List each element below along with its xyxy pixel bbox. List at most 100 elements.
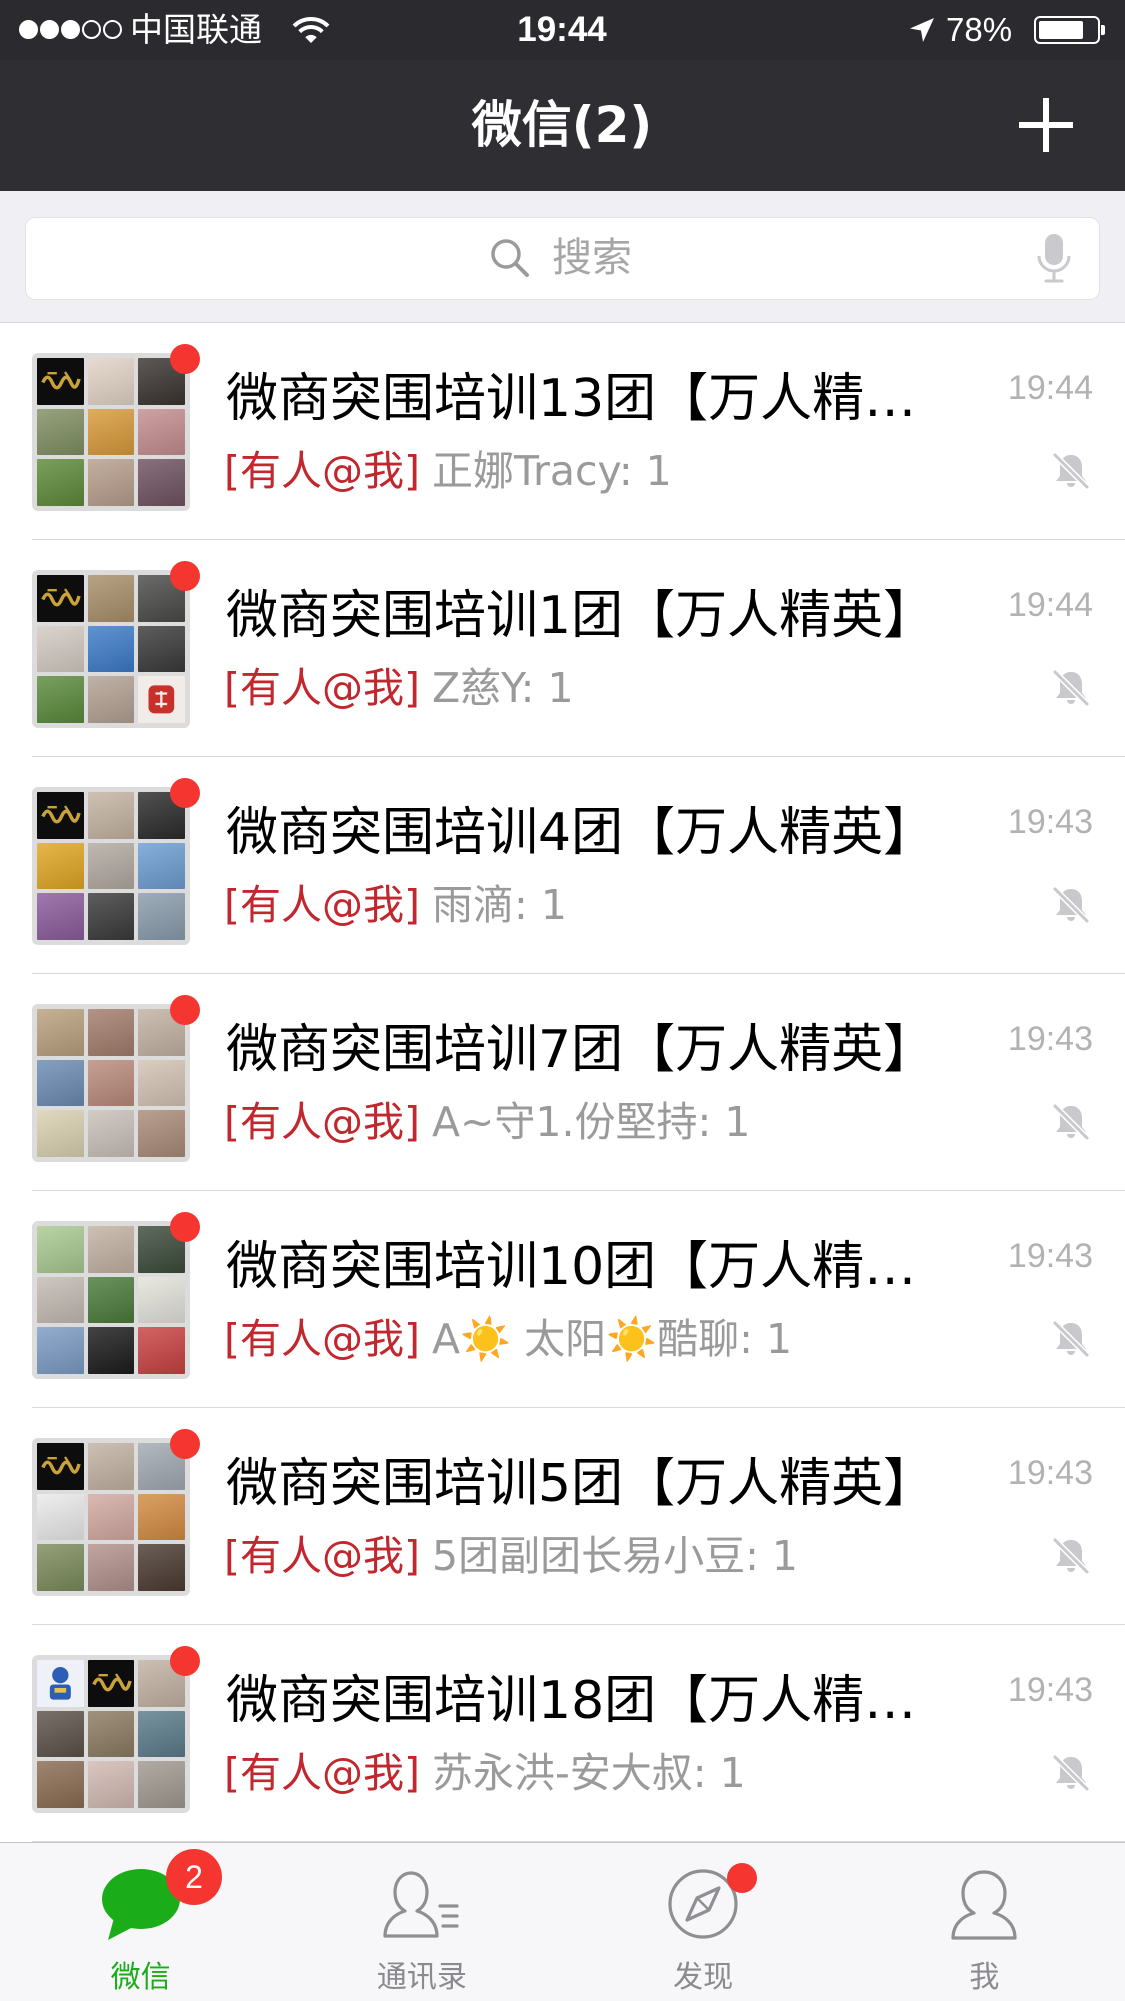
chat-row[interactable]: 微商突围培训13团【万人精… [有人@我] 正娜Tracy: 1 19:44 (0, 323, 1125, 540)
avatar-photo (37, 842, 84, 890)
group-avatar (32, 1655, 190, 1813)
avatar-photo (87, 1710, 135, 1758)
page-title: 微信(2) (471, 96, 653, 154)
tab-contacts[interactable]: 通讯录 (281, 1843, 562, 2001)
avatar-photo (138, 1544, 185, 1591)
group-avatar (32, 353, 190, 511)
avatar-photo (37, 1544, 84, 1591)
last-message-preview: 正娜Tracy: 1 (432, 447, 672, 495)
tab-wechat[interactable]: 微信 2 (0, 1843, 281, 2001)
avatar-photo (37, 676, 84, 723)
avatar-photo (37, 625, 84, 673)
avatar-photo (87, 792, 135, 839)
unread-dot (170, 1429, 200, 1459)
avatar-photo (87, 1443, 135, 1490)
avatar-photo (138, 1110, 185, 1157)
unread-count-badge: 2 (166, 1849, 222, 1905)
avatar-photo (37, 893, 84, 940)
chat-list: 微商突围培训13团【万人精… [有人@我] 正娜Tracy: 1 19:44 微商突围培… (0, 323, 1125, 1842)
avatar-photo (138, 842, 185, 890)
mention-tag: [有人@我] (224, 1098, 420, 1146)
search-placeholder: 搜索 (552, 235, 632, 281)
chat-row[interactable]: 微商突围培训1团【万人精英】 [有人@我] Z慈Y: 1 19:44 (0, 540, 1125, 757)
chat-row[interactable]: 微商突围培训18团【万人精… [有人@我] 苏永洪-安大叔: 1 19:43 (0, 1625, 1125, 1842)
chat-row[interactable]: 微商突围培训5团【万人精英】 [有人@我] 5团副团长易小豆: 1 19:43 (0, 1408, 1125, 1625)
search-area: 搜索 (0, 191, 1125, 323)
avatar-photo (138, 459, 185, 506)
search-input[interactable]: 搜索 (25, 217, 1100, 300)
signal-dot (82, 20, 101, 39)
mute-bell-icon (1049, 1534, 1093, 1578)
chat-title: 微商突围培训1团【万人精英】 (226, 586, 936, 646)
avatar-photo (37, 1327, 84, 1374)
chat-preview-line: [有人@我] 5团副团长易小豆: 1 (224, 1530, 1024, 1582)
last-message-preview: Z慈Y: 1 (432, 664, 574, 712)
last-message-preview: A☀️ 太阳☀️酷聊: 1 (432, 1315, 793, 1363)
mute-bell-icon (1049, 883, 1093, 927)
last-message-preview: 雨滴: 1 (432, 881, 567, 929)
group-avatar (32, 1438, 190, 1596)
battery-nub (1101, 25, 1105, 35)
tab-me[interactable]: 我 (844, 1843, 1125, 2001)
tab-discover[interactable]: 发现 (563, 1843, 844, 2001)
chat-title: 微商突围培训7团【万人精英】 (226, 1020, 936, 1080)
mention-tag: [有人@我] (224, 447, 420, 495)
avatar-photo (138, 676, 185, 723)
avatar-photo (37, 1761, 84, 1808)
avatar-photo (138, 1276, 185, 1324)
unread-dot (170, 1646, 200, 1676)
battery-percentage: 78% (946, 11, 1013, 48)
signal-dot (103, 20, 122, 39)
avatar-photo (87, 1059, 135, 1107)
group-logo-photo (37, 358, 84, 405)
chat-time: 19:43 (1007, 803, 1093, 841)
chat-row[interactable]: 微商突围培训7团【万人精英】 [有人@我] A~守1.份堅持: 1 19:43 (0, 974, 1125, 1191)
plus-icon-bar (1043, 98, 1049, 152)
mention-tag: [有人@我] (224, 1749, 420, 1797)
microphone-icon[interactable] (1036, 232, 1072, 284)
avatar-photo (37, 1009, 84, 1056)
avatar-photo (37, 1110, 84, 1157)
status-bar: 中国联通 19:44 78% (0, 0, 1125, 60)
mute-bell-icon (1049, 1317, 1093, 1361)
mute-bell-icon (1049, 449, 1093, 493)
unread-dot (170, 995, 200, 1025)
last-message-preview: 苏永洪-安大叔: 1 (432, 1749, 746, 1797)
last-message-preview: 5团副团长易小豆: 1 (432, 1532, 799, 1580)
location-arrow-icon (908, 16, 936, 44)
avatar-photo (87, 1009, 135, 1056)
chat-title: 微商突围培训5团【万人精英】 (226, 1454, 936, 1514)
avatar-photo (37, 1059, 84, 1107)
chat-title: 微商突围培训13团【万人精… (226, 369, 917, 429)
chat-row[interactable]: 微商突围培训4团【万人精英】 [有人@我] 雨滴: 1 19:43 (0, 757, 1125, 974)
search-icon (489, 237, 531, 279)
signal-dot (61, 20, 80, 39)
tab-label: 通讯录 (376, 1960, 467, 1995)
avatar-photo (87, 358, 135, 405)
mention-tag: [有人@我] (224, 664, 420, 712)
chat-preview-line: [有人@我] A☀️ 太阳☀️酷聊: 1 (224, 1313, 1024, 1365)
plus-icon[interactable] (1011, 90, 1081, 160)
group-logo-photo (37, 1443, 84, 1490)
avatar-photo (138, 893, 185, 940)
signal-dot (19, 20, 38, 39)
chat-time: 19:43 (1007, 1671, 1093, 1709)
avatar-photo (87, 1276, 135, 1324)
avatar-photo (87, 575, 135, 622)
navigation-bar: 微信(2) (0, 60, 1125, 191)
chat-title: 微商突围培训18团【万人精… (226, 1671, 917, 1731)
mute-bell-icon (1049, 1751, 1093, 1795)
mention-tag: [有人@我] (224, 881, 420, 929)
group-logo-photo (37, 792, 84, 839)
avatar-photo (37, 408, 84, 456)
avatar-photo (37, 1276, 84, 1324)
avatar-photo (37, 1660, 84, 1707)
avatar-photo (87, 676, 135, 723)
group-avatar (32, 570, 190, 728)
avatar-photo (87, 625, 135, 673)
avatar-photo (37, 1493, 84, 1541)
unread-dot (170, 1212, 200, 1242)
signal-strength-indicator (19, 20, 122, 40)
mute-bell-icon (1049, 666, 1093, 710)
chat-row[interactable]: 微商突围培训10团【万人精… [有人@我] A☀️ 太阳☀️酷聊: 1 19:43 (0, 1191, 1125, 1408)
